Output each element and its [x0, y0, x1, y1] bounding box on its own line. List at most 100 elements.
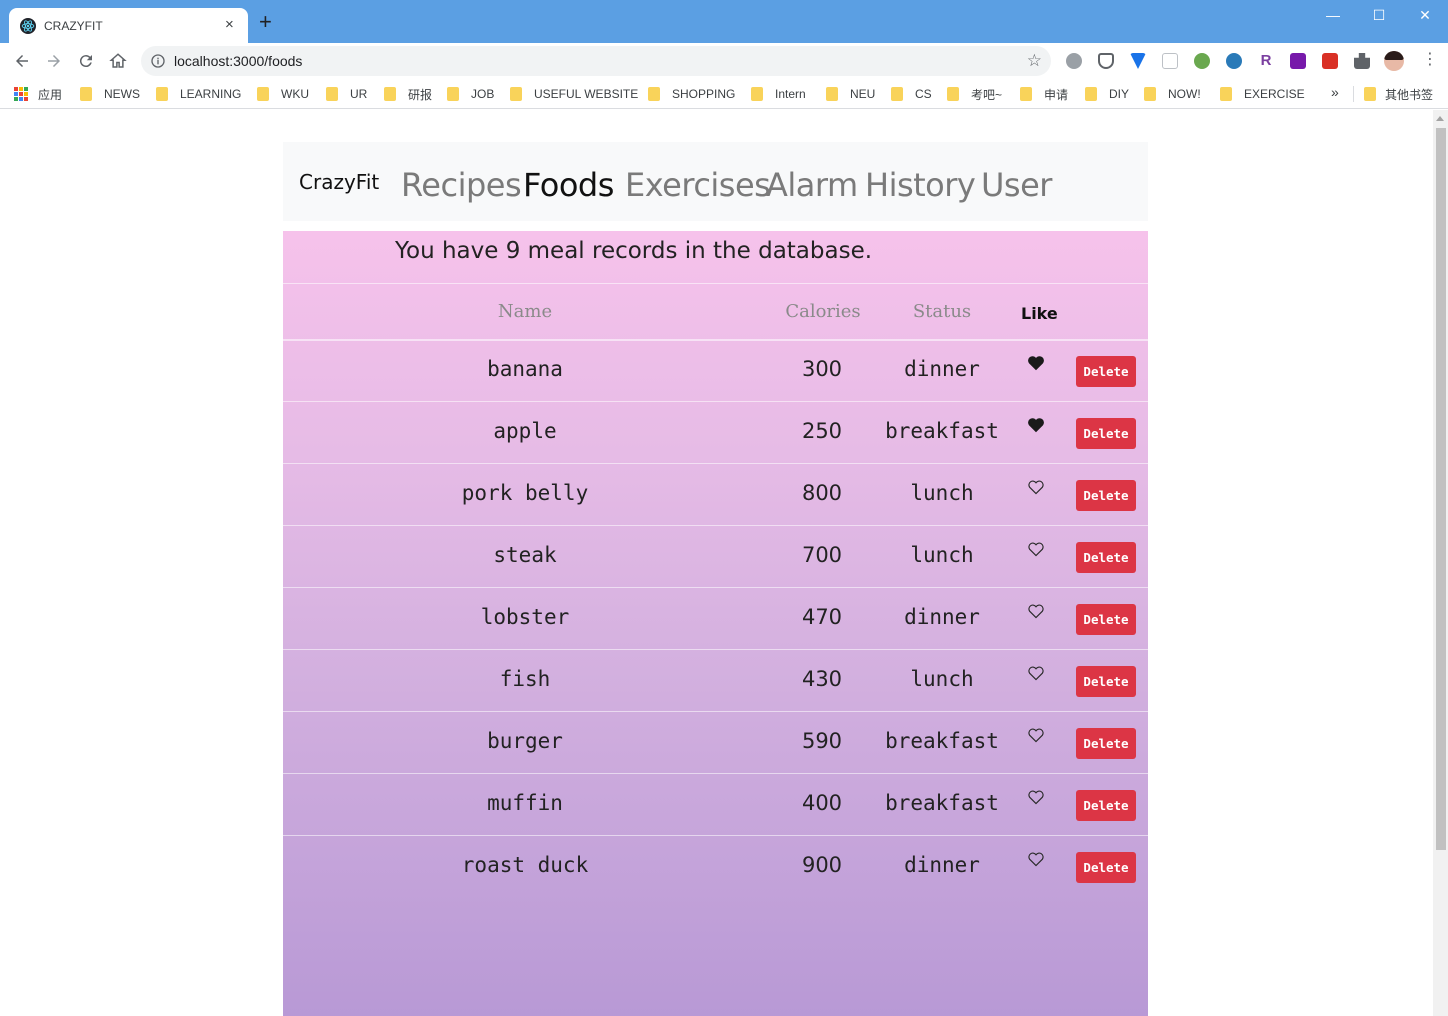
- bookmark-item[interactable]: EXERCISE: [1220, 86, 1305, 102]
- food-name: muffin: [487, 791, 563, 815]
- bookmark-item[interactable]: 申请: [1020, 86, 1068, 102]
- foods-panel: You have 9 meal records in the database.…: [283, 231, 1148, 1016]
- bookmark-item[interactable]: 考吧~: [947, 86, 1002, 102]
- delete-button[interactable]: Delete: [1076, 356, 1136, 387]
- bookmark-item[interactable]: LEARNING: [156, 86, 241, 102]
- bookmark-label: EXERCISE: [1244, 87, 1305, 101]
- menu-kebab-icon[interactable]: ⋮: [1422, 50, 1438, 70]
- extension-red-icon[interactable]: [1322, 53, 1338, 69]
- back-button[interactable]: [10, 49, 34, 73]
- bookmark-item[interactable]: 研报: [384, 86, 432, 102]
- folder-icon: [947, 87, 959, 101]
- delete-button[interactable]: Delete: [1076, 542, 1136, 573]
- delete-button[interactable]: Delete: [1076, 480, 1136, 511]
- bookmark-item[interactable]: JOB: [447, 86, 494, 102]
- bookmark-other[interactable]: 其他书签: [1364, 86, 1433, 102]
- food-calories: 700: [801, 543, 843, 567]
- bookmark-star-icon[interactable]: ☆: [1027, 51, 1042, 71]
- extension-green-icon[interactable]: [1194, 53, 1210, 69]
- extension-globe-icon[interactable]: [1066, 53, 1082, 69]
- food-status: lunch: [910, 667, 974, 691]
- heart-outline-icon[interactable]: [1027, 665, 1045, 681]
- bookmark-label: 考吧~: [971, 87, 1003, 102]
- divider: [283, 401, 1148, 402]
- bookmark-item[interactable]: UR: [326, 86, 367, 102]
- delete-button[interactable]: Delete: [1076, 790, 1136, 821]
- reload-button[interactable]: [74, 49, 98, 73]
- profile-avatar[interactable]: [1384, 51, 1404, 71]
- nav-link-alarm[interactable]: Alarm: [766, 166, 858, 204]
- heart-filled-icon[interactable]: [1027, 417, 1045, 433]
- extensions-puzzle-icon[interactable]: [1354, 53, 1370, 69]
- extension-screenshot-icon[interactable]: [1162, 53, 1178, 69]
- forward-button[interactable]: [42, 49, 66, 73]
- delete-button[interactable]: Delete: [1076, 728, 1136, 759]
- bookmark-item[interactable]: USEFUL WEBSITE: [510, 86, 638, 102]
- folder-icon: [80, 87, 92, 101]
- folder-icon: [1364, 87, 1376, 101]
- scroll-up-icon[interactable]: [1436, 116, 1444, 121]
- heart-outline-icon[interactable]: [1027, 727, 1045, 743]
- folder-icon: [156, 87, 168, 101]
- url-text[interactable]: localhost:3000/foods: [174, 53, 302, 69]
- divider: [283, 463, 1148, 464]
- delete-button[interactable]: Delete: [1076, 852, 1136, 883]
- nav-link-foods[interactable]: Foods: [523, 166, 614, 204]
- heart-outline-icon[interactable]: [1027, 789, 1045, 805]
- heart-outline-icon[interactable]: [1027, 541, 1045, 557]
- extension-r-icon[interactable]: R: [1258, 53, 1274, 69]
- page-scrollbar[interactable]: [1433, 110, 1448, 1016]
- window-minimize-button[interactable]: —: [1318, 6, 1348, 24]
- bookmark-item[interactable]: WKU: [257, 86, 309, 102]
- new-tab-button[interactable]: +: [259, 11, 272, 33]
- food-calories: 300: [801, 357, 843, 381]
- folder-icon: [384, 87, 396, 101]
- bookmark-item[interactable]: CS: [891, 86, 932, 102]
- extension-bird-icon[interactable]: [1226, 53, 1242, 69]
- heart-filled-icon[interactable]: [1027, 355, 1045, 371]
- delete-button[interactable]: Delete: [1076, 418, 1136, 449]
- bookmark-label: Intern: [775, 87, 806, 101]
- info-icon[interactable]: [150, 53, 166, 69]
- heart-outline-icon[interactable]: [1027, 851, 1045, 867]
- records-summary: You have 9 meal records in the database.: [395, 238, 873, 264]
- column-header-calories: Calories: [785, 301, 861, 322]
- bookmark-item[interactable]: NEWS: [80, 86, 140, 102]
- extension-onenote-icon[interactable]: [1290, 53, 1306, 69]
- bookmark-item[interactable]: 应用: [14, 86, 62, 102]
- bookmark-item[interactable]: SHOPPING: [648, 86, 735, 102]
- bookmark-label: 申请: [1044, 87, 1069, 102]
- nav-link-recipes[interactable]: Recipes: [401, 166, 522, 204]
- bookmark-item[interactable]: NOW!: [1144, 86, 1201, 102]
- address-bar[interactable]: localhost:3000/foods ☆: [141, 46, 1051, 76]
- bookmarks-divider: [1353, 86, 1354, 102]
- nav-link-history[interactable]: History: [865, 166, 976, 204]
- extension-v-icon[interactable]: [1130, 53, 1146, 69]
- delete-button[interactable]: Delete: [1076, 604, 1136, 635]
- heart-outline-icon[interactable]: [1027, 479, 1045, 495]
- home-button[interactable]: [106, 49, 130, 73]
- extension-shield-icon[interactable]: [1098, 53, 1114, 69]
- browser-tab[interactable]: CRAZYFIT ×: [9, 8, 248, 43]
- scrollbar-thumb[interactable]: [1436, 128, 1446, 850]
- bookmarks-overflow-icon[interactable]: »: [1331, 84, 1339, 100]
- divider: [283, 773, 1148, 774]
- window-close-button[interactable]: ✕: [1410, 6, 1440, 24]
- food-status: breakfast: [885, 729, 999, 753]
- folder-icon: [648, 87, 660, 101]
- browser-titlebar: CRAZYFIT × + — ☐ ✕: [0, 0, 1448, 43]
- bookmark-item[interactable]: Intern: [751, 86, 806, 102]
- tab-close-icon[interactable]: ×: [225, 16, 234, 34]
- delete-button[interactable]: Delete: [1076, 666, 1136, 697]
- nav-link-exercises[interactable]: Exercises: [625, 166, 771, 204]
- brand-logo[interactable]: CrazyFit: [299, 170, 379, 194]
- heart-outline-icon[interactable]: [1027, 603, 1045, 619]
- bookmark-item[interactable]: DIY: [1085, 86, 1129, 102]
- bookmark-item[interactable]: NEU: [826, 86, 875, 102]
- window-maximize-button[interactable]: ☐: [1364, 6, 1394, 24]
- nav-link-user[interactable]: User: [981, 166, 1052, 204]
- folder-icon: [257, 87, 269, 101]
- bookmark-label: WKU: [281, 87, 309, 101]
- food-name: burger: [487, 729, 563, 753]
- food-name: lobster: [480, 605, 570, 629]
